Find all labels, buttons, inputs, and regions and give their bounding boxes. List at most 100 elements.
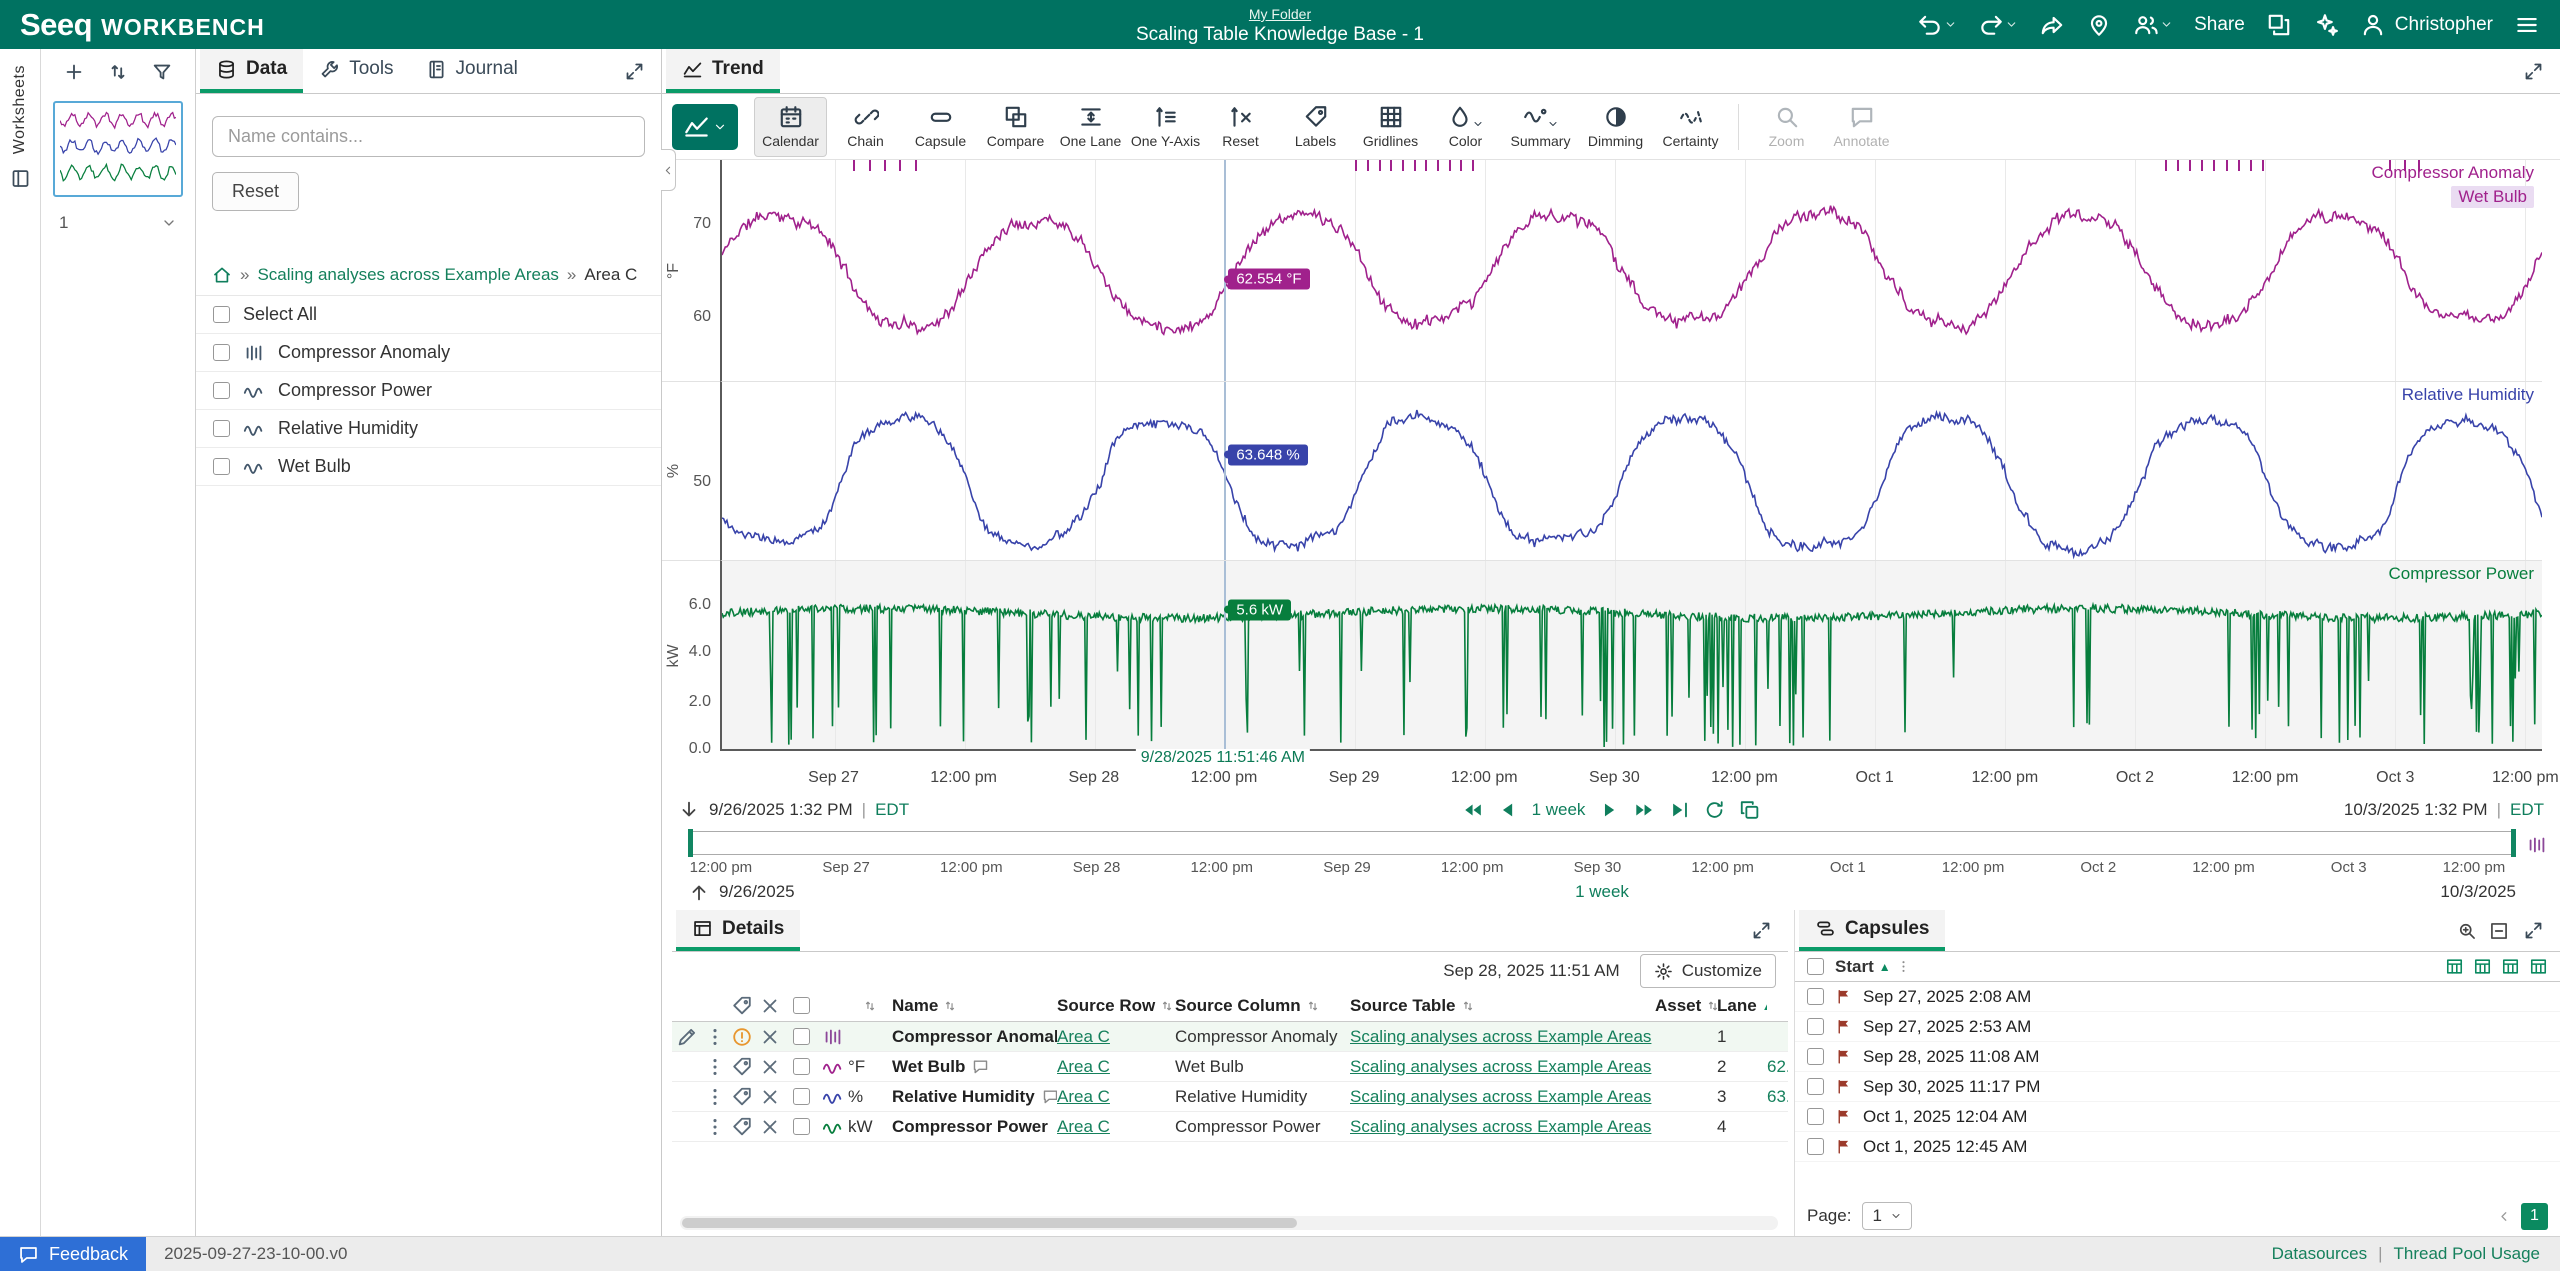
- capsule-row[interactable]: Oct 1, 2025 9:54 AM: [1795, 1162, 2560, 1166]
- toolbar-dimming-button[interactable]: Dimming: [1579, 97, 1652, 157]
- item-checkbox[interactable]: [213, 344, 230, 361]
- toolbar-calendar-button[interactable]: Calendar: [754, 97, 827, 157]
- step-forward-full-button[interactable]: [1633, 799, 1655, 821]
- column-name[interactable]: Name: [892, 996, 1057, 1016]
- overview-start-date[interactable]: 9/26/2025: [719, 882, 795, 902]
- range-start-timezone[interactable]: EDT: [875, 800, 909, 820]
- capsule-row[interactable]: Sep 27, 2025 2:53 AM: [1795, 1012, 2560, 1042]
- expand-data-panel-button[interactable]: [612, 49, 657, 93]
- add-property-column-icon[interactable]: [2501, 957, 2520, 976]
- range-duration[interactable]: 1 week: [1532, 800, 1586, 820]
- tab-details[interactable]: Details: [676, 910, 800, 951]
- capsule-checkbox[interactable]: [1807, 1078, 1824, 1095]
- capsule-row[interactable]: Sep 30, 2025 11:17 PM: [1795, 1072, 2560, 1102]
- sort-icon[interactable]: [1160, 999, 1174, 1013]
- source-table-link[interactable]: Scaling analyses across Example Areas: [1350, 1057, 1655, 1077]
- overview-duration[interactable]: 1 week: [1575, 882, 1629, 902]
- sort-icon[interactable]: [1706, 999, 1717, 1013]
- expand-capsules-button[interactable]: [2523, 920, 2544, 941]
- toolbar-compare-button[interactable]: Compare: [979, 97, 1052, 157]
- column-source-column[interactable]: Source Column: [1175, 996, 1350, 1016]
- remove-capsule-column-button[interactable]: [2489, 921, 2509, 941]
- toolbar-capsule-button[interactable]: Capsule: [904, 97, 977, 157]
- data-item-compressor-power[interactable]: Compressor Power: [196, 372, 661, 410]
- remove-icon[interactable]: [759, 1056, 781, 1078]
- row-menu-icon[interactable]: [704, 1086, 726, 1108]
- set-start-icon[interactable]: [678, 799, 700, 821]
- data-item-relative-humidity[interactable]: Relative Humidity: [196, 410, 661, 448]
- window-layout-button[interactable]: [2266, 12, 2292, 38]
- capsule-row[interactable]: Sep 28, 2025 11:08 AM: [1795, 1042, 2560, 1072]
- tag-icon[interactable]: [731, 1086, 753, 1108]
- column-source-table[interactable]: Source Table: [1350, 996, 1655, 1016]
- page-select[interactable]: 1: [1862, 1202, 1911, 1230]
- details-horizontal-scrollbar[interactable]: [680, 1216, 1778, 1230]
- range-end-time[interactable]: 10/3/2025 1:32 PM: [2344, 800, 2488, 820]
- breadcrumb-asset-link[interactable]: Scaling analyses across Example Areas: [257, 265, 558, 285]
- thread-pool-usage-link[interactable]: Thread Pool Usage: [2394, 1244, 2540, 1264]
- details-row-compressor-power[interactable]: kWCompressor PowerArea CCompressor Power…: [672, 1112, 1788, 1142]
- series-label-compressor-anomaly[interactable]: Compressor Anomaly: [2371, 163, 2534, 183]
- zoom-to-capsule-button[interactable]: [2457, 921, 2477, 941]
- my-folder-link[interactable]: My Folder: [1249, 6, 1311, 22]
- select-all-row[interactable]: Select All: [196, 296, 661, 334]
- capsule-checkbox[interactable]: [1807, 1108, 1824, 1125]
- series-label-compressor-power[interactable]: Compressor Power: [2389, 564, 2535, 584]
- capsule-row[interactable]: Sep 27, 2025 2:08 AM: [1795, 982, 2560, 1012]
- worksheet-collapse-chevron[interactable]: [161, 215, 177, 231]
- item-checkbox[interactable]: [213, 382, 230, 399]
- scrollbar-thumb[interactable]: [682, 1218, 1297, 1228]
- select-all-details-checkbox[interactable]: [793, 997, 810, 1014]
- source-table-link[interactable]: Scaling analyses across Example Areas: [1350, 1027, 1655, 1047]
- lane-plot[interactable]: Compressor Power5.6 kW: [720, 560, 2542, 751]
- redo-button[interactable]: [1978, 12, 2018, 38]
- ai-assistant-button[interactable]: [2313, 12, 2339, 38]
- toolbar-one-lane-button[interactable]: One Lane: [1054, 97, 1127, 157]
- edit-icon[interactable]: [676, 1026, 698, 1048]
- lane-plot[interactable]: Compressor AnomalyWet Bulb62.554 °F: [720, 160, 2542, 381]
- toolbar-certainty-button[interactable]: Certainty: [1654, 97, 1727, 157]
- step-forward-button[interactable]: [1598, 799, 1620, 821]
- remove-icon[interactable]: [759, 1026, 781, 1048]
- tag-icon[interactable]: [731, 1116, 753, 1138]
- capsule-checkbox[interactable]: [1807, 1048, 1824, 1065]
- view-selector-button[interactable]: [672, 104, 738, 150]
- row-checkbox[interactable]: [793, 1028, 810, 1045]
- row-checkbox[interactable]: [793, 1088, 810, 1105]
- user-menu[interactable]: Christopher: [2360, 12, 2493, 38]
- annotation-icon[interactable]: [1042, 1088, 1057, 1105]
- source-table-link[interactable]: Scaling analyses across Example Areas: [1350, 1087, 1655, 1107]
- column-menu-icon[interactable]: [1896, 959, 1911, 974]
- go-to-now-button[interactable]: [1668, 799, 1690, 821]
- range-end-timezone[interactable]: EDT: [2510, 800, 2544, 820]
- column-lane[interactable]: Lane▲: [1717, 996, 1767, 1016]
- row-menu-icon[interactable]: [704, 1056, 726, 1078]
- data-item-compressor-anomaly[interactable]: Compressor Anomaly: [196, 334, 661, 372]
- current-page-badge[interactable]: 1: [2521, 1203, 2548, 1230]
- step-back-button[interactable]: [1497, 799, 1519, 821]
- step-back-full-button[interactable]: [1462, 799, 1484, 821]
- overview-end-date[interactable]: 10/3/2025: [2440, 882, 2516, 902]
- overview-right-handle[interactable]: [2511, 829, 2516, 857]
- data-item-wet-bulb[interactable]: Wet Bulb: [196, 448, 661, 486]
- remove-icon[interactable]: [759, 1086, 781, 1108]
- capsule-checkbox[interactable]: [1807, 1138, 1824, 1155]
- toolbar-reset-button[interactable]: Reset: [1204, 97, 1277, 157]
- details-row-compressor-anomaly[interactable]: Compressor AnomalyArea CCompressor Anoma…: [672, 1022, 1788, 1052]
- remove-icon[interactable]: [759, 1116, 781, 1138]
- duplicate-range-button[interactable]: [1738, 799, 1760, 821]
- toolbar-color-button[interactable]: Color: [1429, 97, 1502, 157]
- set-investigate-start-icon[interactable]: [688, 881, 710, 903]
- tab-data[interactable]: Data: [200, 49, 303, 93]
- capsule-row[interactable]: Oct 1, 2025 12:45 AM: [1795, 1132, 2560, 1162]
- prev-page-button[interactable]: [2497, 1209, 2512, 1224]
- tag-icon[interactable]: [731, 1056, 753, 1078]
- tab-tools[interactable]: Tools: [303, 49, 409, 93]
- add-column-icon[interactable]: [2445, 957, 2464, 976]
- seeq-logo[interactable]: Seeq WORKBENCH: [20, 7, 265, 43]
- hamburger-menu-button[interactable]: [2514, 12, 2540, 38]
- tab-capsules[interactable]: Capsules: [1799, 910, 1945, 951]
- worksheets-panel-icon[interactable]: [10, 168, 31, 189]
- capsule-row[interactable]: Oct 1, 2025 12:04 AM: [1795, 1102, 2560, 1132]
- sort-icon[interactable]: [1306, 999, 1320, 1013]
